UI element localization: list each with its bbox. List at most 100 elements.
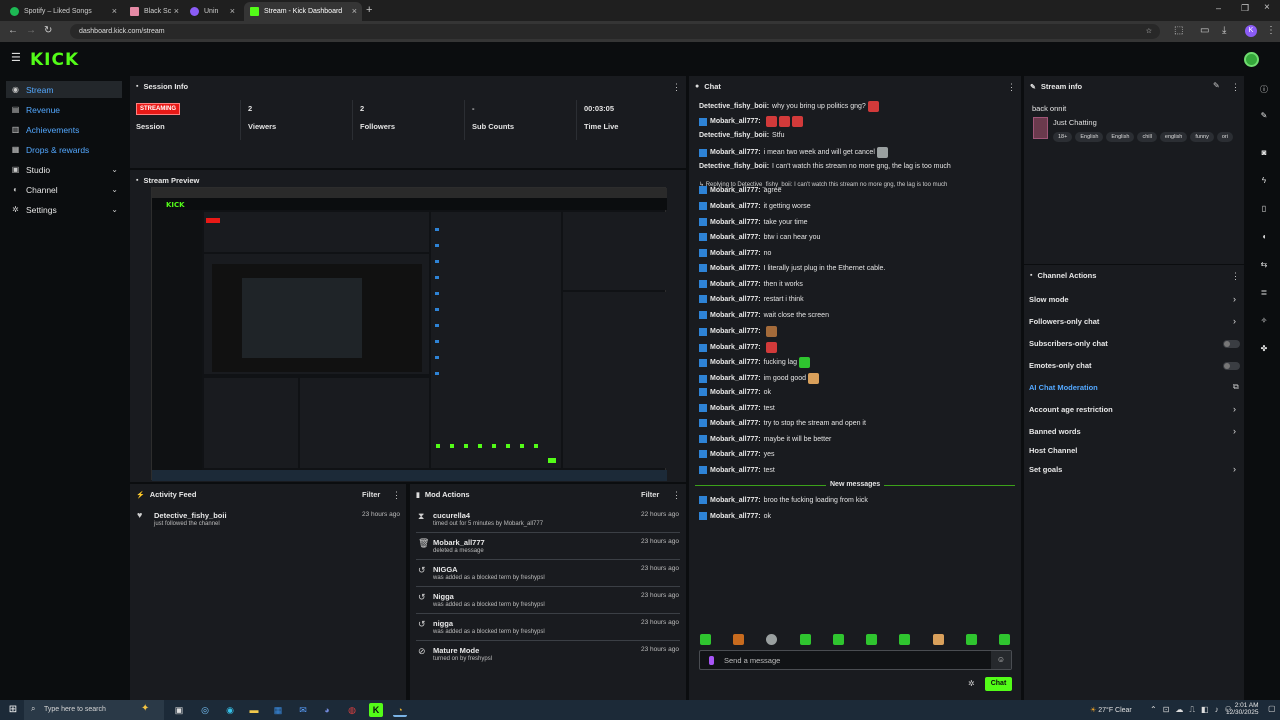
- chat-username[interactable]: Mobark_all777:: [710, 203, 761, 210]
- ai-chat-moderation-link[interactable]: AI Chat Moderation: [1029, 383, 1098, 392]
- chat-message[interactable]: Mobark_all777: no: [699, 249, 771, 257]
- tab-spotify[interactable]: Spotify – Liked Songs ×: [4, 2, 122, 21]
- tab-kick-dashboard[interactable]: Stream - Kick Dashboard ×: [244, 2, 362, 21]
- more-options-icon[interactable]: ⋮: [1231, 82, 1240, 93]
- chat-username[interactable]: Mobark_all777:: [710, 405, 761, 412]
- chat-username[interactable]: Mobark_all777:: [710, 467, 761, 474]
- chat-username[interactable]: Detective_fishy_boii:: [699, 163, 769, 170]
- emote-icon[interactable]: [800, 634, 811, 645]
- chevron-right-icon[interactable]: ›: [1233, 464, 1236, 474]
- chat-username[interactable]: Mobark_all777:: [710, 234, 761, 241]
- emote-icon[interactable]: [966, 634, 977, 645]
- emote-icon[interactable]: [866, 634, 877, 645]
- chat-username[interactable]: Mobark_all777:: [710, 451, 761, 458]
- bookmark-star-icon[interactable]: ☆: [1146, 24, 1152, 39]
- chat-username[interactable]: Mobark_all777:: [710, 118, 761, 125]
- chat-username[interactable]: Mobark_all777:: [710, 265, 761, 272]
- chat-username[interactable]: Mobark_all777:: [710, 344, 761, 351]
- chat-message[interactable]: Mobark_all777: it getting worse: [699, 202, 811, 210]
- kick-logo[interactable]: KICK: [30, 50, 79, 70]
- chat-input[interactable]: Send a message: [724, 656, 780, 665]
- sidebar-item-revenue[interactable]: ▤ Revenue: [6, 101, 122, 118]
- system-tray-icons[interactable]: ⌃⊡☁⎍◧♪⚇: [1150, 705, 1238, 715]
- wrench-icon[interactable]: ✧: [1258, 316, 1270, 325]
- chat-message[interactable]: Mobark_all777: take your time: [699, 218, 808, 226]
- banned-words-item[interactable]: Banned words: [1029, 427, 1081, 436]
- chat-message[interactable]: Mobark_all777: btw i can hear you: [699, 233, 820, 241]
- sidebar-item-channel[interactable]: ◐ Channel ⌄: [6, 181, 122, 198]
- edit-icon[interactable]: ✎: [1213, 81, 1220, 90]
- sidebar-item-studio[interactable]: ▣ Studio ⌄: [6, 161, 122, 178]
- chat-message[interactable]: Mobark_all777: i mean two week and will g…: [699, 147, 888, 158]
- emoji-picker-icon[interactable]: ☺: [991, 651, 1011, 669]
- chat-message[interactable]: Mobark_all777: ok: [699, 512, 771, 520]
- chat-message[interactable]: Detective_fishy_boii: Stfu: [699, 132, 784, 139]
- chat-message[interactable]: Detective_fishy_boii: why you bring up po…: [699, 101, 879, 112]
- tab-black[interactable]: Black Sc ×: [124, 2, 184, 21]
- set-goals-item[interactable]: Set goals: [1029, 465, 1062, 474]
- emote-icon[interactable]: [899, 634, 910, 645]
- sidebar-item-drops-rewards[interactable]: ▦ Drops & rewards: [6, 141, 122, 158]
- chat-username[interactable]: Mobark_all777:: [710, 436, 761, 443]
- browser-menu-icon[interactable]: ⋮: [1266, 25, 1276, 36]
- chat-message[interactable]: Mobark_all777:: [699, 116, 803, 127]
- chat-username[interactable]: Mobark_all777:: [710, 328, 761, 335]
- chat-message[interactable]: Mobark_all777: fucking lag: [699, 357, 811, 368]
- link-icon[interactable]: ⇆: [1258, 260, 1270, 269]
- chevron-right-icon[interactable]: ›: [1233, 426, 1236, 436]
- file-explorer-icon[interactable]: ▬: [247, 703, 261, 717]
- more-options-icon[interactable]: ⋮: [1007, 82, 1016, 93]
- sidebar-item-stream[interactable]: ◉ Stream: [6, 81, 122, 98]
- store-icon[interactable]: ▦: [271, 703, 285, 717]
- chat-username[interactable]: Mobark_all777:: [710, 296, 761, 303]
- sidebar-item-settings[interactable]: ✲ Settings ⌄: [6, 201, 122, 218]
- chevron-right-icon[interactable]: ›: [1233, 294, 1236, 304]
- kick-app-icon[interactable]: K: [369, 703, 383, 717]
- download-icon[interactable]: ⤓: [1222, 25, 1226, 36]
- close-tab-icon[interactable]: ×: [352, 6, 357, 16]
- chat-username[interactable]: Mobark_all777:: [710, 250, 761, 257]
- forward-icon[interactable]: →: [26, 25, 36, 36]
- task-view-icon[interactable]: ▣: [172, 703, 186, 717]
- chat-username[interactable]: Mobark_all777:: [710, 281, 761, 288]
- emote-icon[interactable]: [999, 634, 1010, 645]
- chat-username[interactable]: Detective_fishy_boii:: [699, 103, 769, 110]
- emote-icon[interactable]: [933, 634, 944, 645]
- chat-message[interactable]: Mobark_all777:: [699, 326, 777, 337]
- chat-username[interactable]: Detective_fishy_boii:: [699, 132, 769, 139]
- chat-username[interactable]: Mobark_all777:: [710, 219, 761, 226]
- chat-message[interactable]: Mobark_all777: then it works: [699, 280, 803, 288]
- chat-username[interactable]: Mobark_all777:: [710, 359, 761, 366]
- chat-username[interactable]: Mobark_all777:: [710, 420, 761, 427]
- emote-icon[interactable]: [833, 634, 844, 645]
- copilot-icon[interactable]: ◎: [198, 703, 212, 717]
- chat-message[interactable]: Mobark_all777: broo the fucking loading f…: [699, 496, 868, 504]
- maximize-button[interactable]: ❐: [1241, 3, 1249, 14]
- extensions-icon[interactable]: ⬚: [1174, 25, 1183, 36]
- more-options-icon[interactable]: ⋮: [672, 490, 681, 501]
- more-options-icon[interactable]: ⋮: [392, 490, 401, 501]
- lightning-icon[interactable]: ϟ: [1258, 176, 1270, 185]
- discord-icon[interactable]: ◕: [320, 703, 334, 717]
- mail-icon[interactable]: ✉: [296, 703, 310, 717]
- weather-widget[interactable]: ☀ 27°F Clear: [1090, 706, 1132, 714]
- chat-username[interactable]: Mobark_all777:: [710, 375, 761, 382]
- external-link-icon[interactable]: ⧉: [1233, 382, 1239, 392]
- chevron-right-icon[interactable]: ›: [1233, 316, 1236, 326]
- chat-message[interactable]: Detective_fishy_boii: I can't watch this …: [699, 163, 951, 170]
- new-tab-button[interactable]: +: [366, 4, 372, 16]
- chat-message[interactable]: Mobark_all777: ok: [699, 388, 771, 396]
- close-tab-icon[interactable]: ×: [230, 6, 235, 16]
- taskbar-search[interactable]: ⌕ Type here to search ✦: [24, 700, 164, 720]
- activity-user[interactable]: Detective_fishy_boii: [154, 511, 227, 520]
- send-chat-button[interactable]: Chat: [985, 677, 1012, 691]
- list-icon[interactable]: ≣: [1258, 288, 1270, 297]
- subscribers-only-toggle[interactable]: [1223, 340, 1240, 348]
- chat-bubble-icon[interactable]: ◖: [1258, 232, 1270, 241]
- minimize-button[interactable]: –: [1216, 3, 1221, 13]
- obs-icon[interactable]: ◍: [345, 703, 359, 717]
- close-window-button[interactable]: ×: [1264, 2, 1270, 13]
- slow-mode-item[interactable]: Slow mode: [1029, 295, 1069, 304]
- info-icon[interactable]: ⓘ: [1258, 84, 1270, 95]
- chat-message[interactable]: Mobark_all777: try to stop the stream and…: [699, 419, 866, 427]
